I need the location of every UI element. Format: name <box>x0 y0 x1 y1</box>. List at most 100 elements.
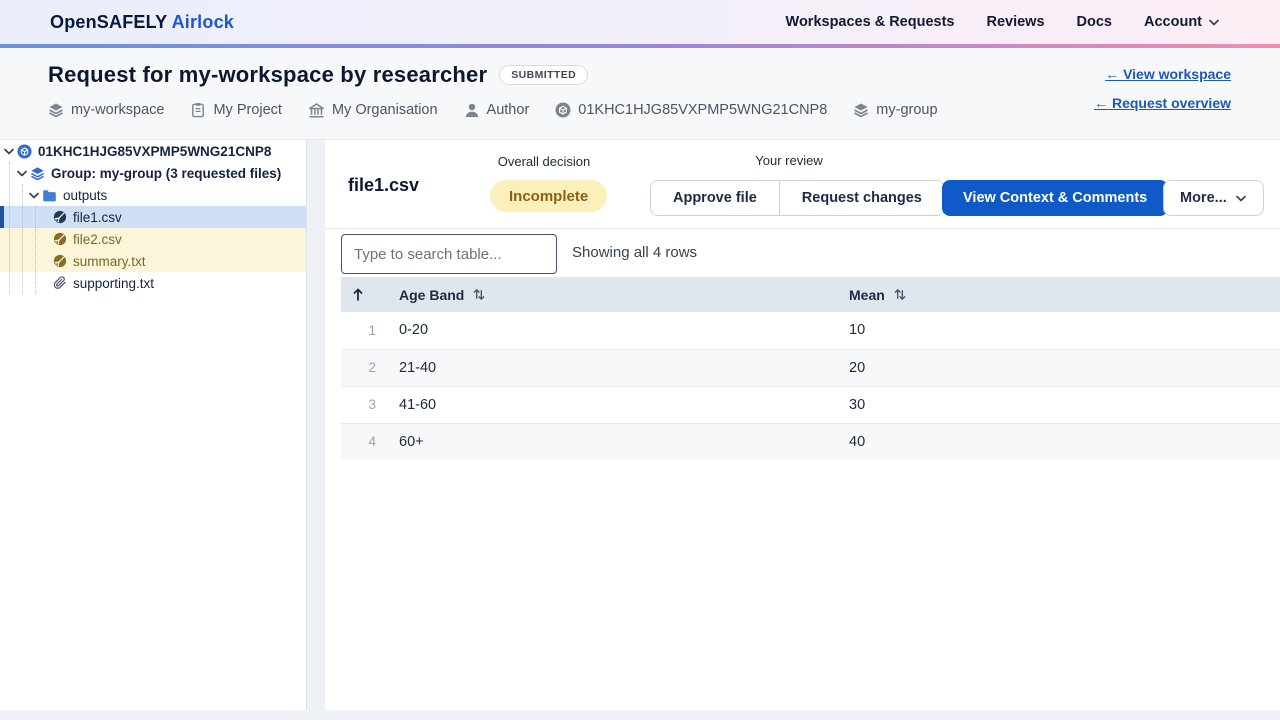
table-header-row: Age Band Mean <box>341 277 1280 312</box>
page-header-left: Request for my-workspace by researcher S… <box>48 62 938 139</box>
row-number-header[interactable] <box>341 277 387 312</box>
column-header-label: Mean <box>849 286 885 303</box>
user-icon <box>465 103 478 117</box>
layers-icon <box>48 102 64 118</box>
paperclip-icon <box>53 276 67 290</box>
chevron-down-icon <box>1209 19 1219 26</box>
tree-item-supporting[interactable]: supporting.txt <box>0 272 306 294</box>
tree-item-label: file2.csv <box>73 231 122 247</box>
column-header-age-band[interactable]: Age Band <box>387 277 849 312</box>
search-input[interactable] <box>341 234 557 274</box>
nav-item-account[interactable]: Account <box>1144 14 1220 30</box>
nav-item-label: Docs <box>1076 14 1112 30</box>
data-table: Age Band Mean 1 0-20 10 2 21-40 20 3 41-… <box>341 277 1280 460</box>
request-icon <box>555 102 572 118</box>
cell-age-band: 21-40 <box>387 348 849 386</box>
brand-logo[interactable]: OpenSAFELY Airlock <box>50 12 234 33</box>
meta-author: Author <box>464 102 530 118</box>
tree-item-label: 01KHC1HJG85VXPMP5WNG21CNP8 <box>38 143 272 159</box>
brand-secondary: Airlock <box>171 11 235 32</box>
meta-label: my-workspace <box>71 102 165 118</box>
table-row: 1 0-20 10 <box>341 312 1280 349</box>
file-review-header: file1.csv Overall decision Incomplete Yo… <box>325 140 1280 229</box>
overall-decision-label: Overall decision <box>497 154 591 169</box>
nav-item-workspaces-requests[interactable]: Workspaces & Requests <box>786 14 955 30</box>
meta-request-id: 01KHC1HJG85VXPMP5WNG21CNP8 <box>555 102 827 118</box>
page-header-links: ← View workspace ← Request overview <box>1094 62 1231 139</box>
meta-workspace: my-workspace <box>48 102 164 118</box>
row-number: 4 <box>341 422 387 460</box>
meta-label: Author <box>486 102 530 118</box>
request-overview-link[interactable]: ← Request overview <box>1094 95 1231 111</box>
row-number: 2 <box>341 348 387 386</box>
cell-age-band: 0-20 <box>399 322 429 339</box>
brand-primary: OpenSAFELY <box>50 11 168 32</box>
view-context-comments-button[interactable]: View Context & Comments <box>942 180 1169 216</box>
more-button[interactable]: More... <box>1163 180 1264 216</box>
nav-item-label: Reviews <box>986 14 1045 30</box>
status-badge: SUBMITTED <box>499 64 589 86</box>
tree-item-file2[interactable]: file2.csv <box>0 228 306 250</box>
review-button-group: Approve file Request changes <box>650 180 945 216</box>
view-workspace-link[interactable]: ← View workspace <box>1105 66 1231 82</box>
clipboard-icon <box>192 102 205 118</box>
column-header-label: Age Band <box>399 286 465 303</box>
nav-item-label: Account <box>1144 14 1202 30</box>
group-layers-icon <box>30 166 45 181</box>
tree-item-label: summary.txt <box>73 253 146 269</box>
tree-item-outputs-folder[interactable]: outputs <box>0 184 306 206</box>
file-title: file1.csv <box>348 175 420 195</box>
page-title: Request for my-workspace by researcher <box>48 62 488 87</box>
request-changes-button[interactable]: Request changes <box>778 181 944 215</box>
cell-mean: 20 <box>849 348 1280 386</box>
file-status-icon <box>53 232 67 246</box>
table-toolbar: Showing all 4 rows <box>325 229 1280 277</box>
nav-item-reviews[interactable]: Reviews <box>986 14 1044 30</box>
tree-item-label: Group: my-group (3 requested files) <box>51 165 282 181</box>
column-header-mean[interactable]: Mean <box>849 277 1280 312</box>
nav-items: Workspaces & Requests Reviews Docs Accou… <box>786 14 1220 30</box>
tree-item-file1[interactable]: file1.csv <box>0 206 306 228</box>
row-number: 3 <box>341 385 387 423</box>
organisation-icon <box>308 103 325 118</box>
file-status-icon <box>53 210 67 224</box>
chevron-down-icon[interactable] <box>3 145 15 157</box>
rows-summary: Showing all 4 rows <box>572 244 698 261</box>
cell-age-band: 41-60 <box>387 385 849 423</box>
file-review-panel: file1.csv Overall decision Incomplete Yo… <box>325 140 1280 710</box>
cell-mean: 30 <box>849 385 1280 423</box>
approve-file-button[interactable]: Approve file <box>651 181 779 215</box>
chevron-down-icon[interactable] <box>28 189 40 201</box>
file-status-icon <box>53 254 67 268</box>
meta-label: my-group <box>876 102 938 118</box>
row-number: 1 <box>368 322 376 338</box>
folder-icon <box>42 188 57 203</box>
sort-icon[interactable] <box>472 287 486 302</box>
cell-mean: 10 <box>849 322 866 339</box>
tree-item-group[interactable]: Group: my-group (3 requested files) <box>0 162 306 184</box>
more-button-label: More... <box>1180 190 1227 206</box>
page-header: Request for my-workspace by researcher S… <box>0 48 1280 140</box>
request-meta: my-workspace My Project My Organisation … <box>48 102 938 118</box>
cell-mean: 40 <box>849 422 1280 460</box>
tree-item-label: file1.csv <box>73 209 122 225</box>
meta-label: 01KHC1HJG85VXPMP5WNG21CNP8 <box>578 102 828 118</box>
meta-organisation: My Organisation <box>308 102 438 118</box>
chevron-down-icon[interactable] <box>16 167 28 179</box>
decision-badge: Incomplete <box>490 180 608 212</box>
your-review-label: Your review <box>755 153 823 168</box>
tree-item-summary[interactable]: summary.txt <box>0 250 306 272</box>
chevron-down-icon <box>1235 195 1246 202</box>
tree-item-label: supporting.txt <box>73 275 155 291</box>
tree-item-request-id[interactable]: 01KHC1HJG85VXPMP5WNG21CNP8 <box>0 140 306 162</box>
meta-project: My Project <box>190 102 282 118</box>
file-tree-sidebar: 01KHC1HJG85VXPMP5WNG21CNP8 Group: my-gro… <box>0 140 307 710</box>
tree-item-label: outputs <box>63 187 108 203</box>
nav-item-label: Workspaces & Requests <box>785 14 955 30</box>
nav-item-docs[interactable]: Docs <box>1077 14 1112 30</box>
meta-label: My Project <box>213 102 282 118</box>
table-row: 4 60+ 40 <box>341 422 1280 460</box>
sort-icon[interactable] <box>893 287 907 302</box>
meta-label: My Organisation <box>331 102 438 118</box>
cell-age-band: 60+ <box>387 422 849 460</box>
